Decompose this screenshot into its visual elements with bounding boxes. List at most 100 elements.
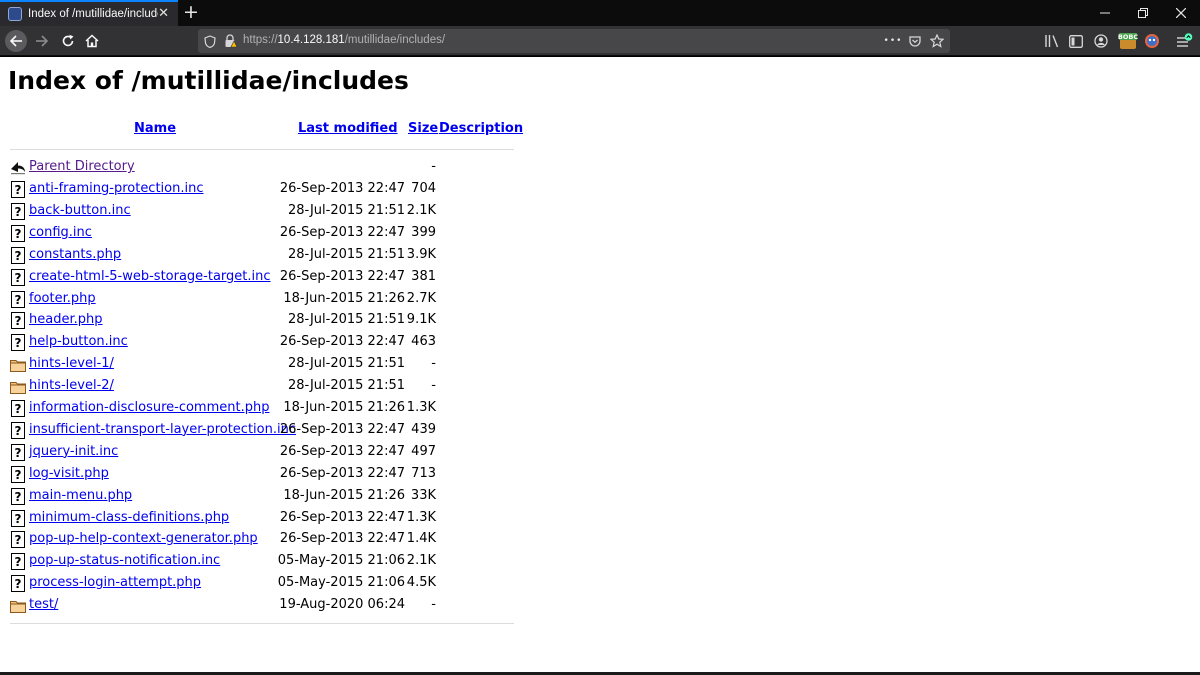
last-modified-cell: 18-Jun-2015 21:26 — [283, 487, 405, 503]
insecure-lock-icon[interactable] — [222, 33, 238, 49]
size-cell: 713 — [411, 465, 436, 481]
navigation-toolbar: https://10.4.128.181/mutillidae/includes… — [0, 26, 1200, 56]
minimize-button[interactable] — [1086, 0, 1124, 26]
file-link[interactable]: insufficient-transport-layer-protection.… — [29, 422, 296, 437]
file-link[interactable]: information-disclosure-comment.php — [29, 400, 269, 415]
size-cell: 1.3K — [406, 400, 436, 415]
file-link[interactable]: create-html-5-web-storage-target.inc — [29, 269, 271, 284]
file-link[interactable]: footer.php — [29, 291, 96, 306]
page-actions-more-icon[interactable]: ••• — [884, 33, 902, 49]
last-modified-cell: 28-Jul-2015 21:51 — [287, 378, 405, 394]
file-link[interactable]: main-menu.php — [29, 488, 132, 503]
last-modified-cell: 26-Sep-2013 22:47 — [279, 181, 405, 196]
shield-icon[interactable] — [202, 33, 218, 49]
tab-close-icon[interactable]: ✕ — [158, 7, 169, 21]
size-cell: 381 — [411, 268, 436, 284]
url-host: 10.4.128.181 — [277, 34, 345, 46]
extension-face-icon[interactable] — [1143, 32, 1161, 50]
file-link[interactable]: test/ — [29, 597, 58, 612]
extension-icon[interactable]: BOBC — [1117, 32, 1139, 50]
svg-text:?: ? — [15, 314, 22, 328]
back-button[interactable] — [5, 30, 27, 52]
file-link[interactable]: minimum-class-definitions.php — [29, 510, 229, 525]
file-link[interactable]: process-login-attempt.php — [29, 575, 201, 590]
file-link[interactable]: pop-up-help-context-generator.php — [29, 531, 258, 546]
svg-text:?: ? — [15, 533, 22, 547]
file-link[interactable]: log-visit.php — [29, 466, 109, 481]
unknown-file-icon: ? — [10, 312, 26, 330]
table-row: ? header.php 28-Jul-2015 21:51 9.1K — [0, 310, 600, 332]
size-cell: 399 — [411, 224, 436, 240]
table-row: ? footer.php 18-Jun-2015 21:26 2.7K — [0, 289, 600, 311]
active-tab[interactable]: Index of /mutillidae/includes ✕ — [0, 0, 178, 26]
sort-by-name-link[interactable]: Name — [134, 121, 176, 136]
file-link[interactable]: hints-level-2/ — [29, 378, 114, 393]
parent-directory-link[interactable]: Parent Directory — [29, 159, 135, 174]
forward-button[interactable] — [31, 30, 53, 52]
size-cell: 9.1K — [406, 312, 436, 328]
home-icon — [85, 34, 99, 48]
header-divider — [10, 149, 514, 150]
unknown-file-icon: ? — [10, 575, 26, 593]
file-link[interactable]: anti-framing-protection.inc — [29, 181, 204, 196]
url-scheme: https:// — [243, 34, 278, 46]
address-bar[interactable]: https://10.4.128.181/mutillidae/includes… — [198, 29, 950, 53]
page-viewport: Index of /mutillidae/includes Name Last … — [0, 57, 1200, 672]
last-modified-cell: 19-Aug-2020 06:24 — [279, 597, 405, 613]
size-cell: 439 — [411, 421, 436, 437]
file-link[interactable]: help-button.inc — [29, 334, 128, 349]
sort-by-description-link[interactable]: Description — [439, 121, 523, 136]
last-modified-cell: 26-Sep-2013 22:47 — [279, 531, 405, 547]
last-modified-cell: 26-Sep-2013 22:47 — [279, 443, 405, 459]
restore-icon — [1138, 8, 1148, 18]
file-link[interactable]: pop-up-status-notification.inc — [29, 553, 220, 568]
restore-button[interactable] — [1124, 0, 1162, 26]
size-cell: - — [431, 356, 436, 372]
file-link[interactable]: hints-level-1/ — [29, 356, 114, 371]
menu-icon[interactable] — [1175, 32, 1193, 50]
file-link[interactable]: constants.php — [29, 247, 121, 262]
file-link[interactable]: back-button.inc — [29, 203, 131, 218]
table-row: test/19-Aug-2020 06:24 - — [0, 595, 600, 617]
home-button[interactable] — [81, 30, 103, 52]
reload-button[interactable] — [57, 30, 79, 52]
svg-text:?: ? — [15, 490, 22, 504]
forward-arrow-icon — [36, 35, 49, 47]
svg-text:?: ? — [15, 402, 22, 416]
size-cell: 2.1K — [406, 202, 436, 218]
unknown-file-icon: ? — [10, 290, 26, 308]
svg-text:?: ? — [15, 512, 22, 526]
close-window-button[interactable] — [1162, 0, 1200, 26]
sort-by-last-modified-link[interactable]: Last modified — [298, 121, 398, 136]
last-modified-cell: 28-Jul-2015 21:51 — [287, 356, 405, 372]
close-icon — [1176, 8, 1186, 18]
size-cell: 4.5K — [406, 575, 436, 591]
sort-by-size-link[interactable]: Size — [408, 121, 438, 136]
svg-text:?: ? — [15, 424, 22, 438]
svg-text:?: ? — [15, 468, 22, 482]
bookmark-star-icon[interactable] — [929, 33, 945, 49]
unknown-file-icon: ? — [10, 181, 26, 198]
folder-icon — [10, 378, 26, 395]
unknown-file-icon: ? — [10, 246, 26, 264]
back-arrow-icon — [10, 159, 26, 176]
url-text[interactable]: https://10.4.128.181/mutillidae/includes… — [243, 34, 445, 46]
new-tab-button[interactable]: + — [181, 2, 201, 22]
globe-favicon-icon — [8, 7, 22, 21]
parent-directory-row: Parent Directory - — [0, 157, 600, 179]
last-modified-cell: 26-Sep-2013 22:47 — [279, 421, 405, 437]
size-cell: 1.4K — [406, 531, 436, 547]
table-row: ? main-menu.php 18-Jun-2015 21:26 33K — [0, 486, 600, 508]
svg-text:?: ? — [15, 555, 22, 569]
svg-text:?: ? — [15, 227, 22, 241]
file-link[interactable]: config.inc — [29, 225, 92, 240]
account-icon[interactable] — [1092, 32, 1110, 50]
pocket-icon[interactable] — [907, 33, 923, 49]
library-icon[interactable] — [1043, 32, 1061, 50]
unknown-file-icon: ? — [10, 531, 26, 549]
file-link[interactable]: jquery-init.inc — [29, 444, 118, 459]
last-modified-cell: 05-May-2015 21:06 — [277, 553, 405, 569]
sidebar-icon[interactable] — [1067, 32, 1085, 50]
file-link[interactable]: header.php — [29, 312, 102, 327]
table-row: ? config.inc 26-Sep-2013 22:47 399 — [0, 223, 600, 245]
